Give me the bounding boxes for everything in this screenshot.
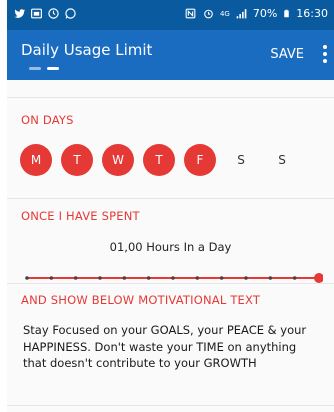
divider	[7, 198, 334, 199]
day-tuesday[interactable]: T	[61, 144, 93, 176]
slider-tick	[73, 276, 78, 280]
status-left-icons	[13, 7, 77, 20]
slider-tick	[49, 276, 54, 280]
more-vert-icon[interactable]	[322, 43, 328, 65]
divider	[7, 283, 334, 284]
app-bar: Daily Usage Limit SAVE	[7, 30, 334, 80]
status-bar: 4G 70% 16:30	[7, 0, 334, 30]
slider-tick	[195, 276, 200, 280]
page-title: Daily Usage Limit	[21, 41, 153, 59]
screen: 4G 70% 16:30 Daily Usage Limit SAVE ON D…	[7, 0, 334, 412]
slider-tick	[122, 276, 127, 280]
slider-tick	[146, 276, 151, 280]
hours-slider[interactable]	[23, 268, 323, 288]
motivation-text[interactable]: Stay Focused on your GOALS, your PEACE &…	[23, 322, 323, 372]
status-right: 4G 70% 16:30	[184, 7, 328, 20]
day-friday[interactable]: F	[184, 144, 216, 176]
slider-tick	[292, 276, 297, 280]
sync-icon	[48, 8, 59, 19]
day-monday[interactable]: M	[20, 144, 52, 176]
slider-tick	[98, 276, 102, 280]
day-wednesday[interactable]: W	[102, 144, 134, 176]
page-dot-1[interactable]	[29, 67, 41, 70]
page-indicator	[29, 67, 59, 70]
clock: 16:30	[296, 7, 328, 20]
slider-tick	[268, 276, 273, 280]
day-sunday[interactable]: S	[266, 144, 298, 176]
divider	[7, 97, 334, 98]
day-thursday[interactable]: T	[143, 144, 175, 176]
spent-title: ONCE I HAVE SPENT	[21, 209, 140, 223]
network-label: 4G	[219, 9, 230, 18]
slider-tick	[25, 276, 29, 280]
twitter-icon	[14, 9, 26, 18]
gallery-icon	[31, 8, 42, 19]
slider-thumb[interactable]	[314, 273, 323, 283]
day-selector: M T W T F S S	[20, 144, 298, 176]
slider-tick	[244, 276, 248, 280]
motivation-title: AND SHOW BELOW MOTIVATIONAL TEXT	[21, 293, 261, 307]
day-saturday[interactable]: S	[225, 144, 257, 176]
slider-tick	[219, 276, 224, 280]
page-dot-2[interactable]	[47, 67, 59, 70]
alarm-icon	[204, 9, 213, 19]
nfc-icon	[185, 8, 196, 19]
hours-value: 01,00 Hours In a Day	[109, 240, 232, 254]
slider-tick	[171, 276, 175, 280]
save-button[interactable]: SAVE	[270, 47, 304, 62]
signal-icon	[236, 9, 247, 19]
on-days-title: ON DAYS	[21, 113, 74, 127]
divider	[7, 405, 334, 406]
whatsapp-icon	[65, 8, 76, 19]
battery-percent: 70%	[252, 7, 278, 20]
battery-icon	[284, 9, 290, 18]
